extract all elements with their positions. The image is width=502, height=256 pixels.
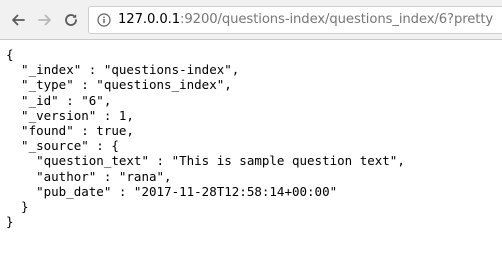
json-line: { <box>6 47 14 62</box>
json-line: "_source" : { <box>6 138 119 154</box>
json-line: "_version" : 1, <box>6 107 134 123</box>
url-text[interactable]: 127.0.0.1:9200/questions-index/questions… <box>118 12 493 28</box>
json-document: { "_index" : "questions-index", "_type" … <box>6 47 405 229</box>
info-icon[interactable] <box>97 13 111 27</box>
url-host: 127.0.0.1 <box>118 12 181 27</box>
json-line: } <box>6 214 14 230</box>
json-line: "question_text" : "This is sample questi… <box>6 153 405 169</box>
json-line: "found" : true, <box>6 123 134 139</box>
json-line: "_type" : "questions_index", <box>6 77 232 93</box>
json-line: "_index" : "questions-index", <box>6 62 240 78</box>
json-line: "_id" : "6", <box>6 92 112 108</box>
browser-toolbar: 127.0.0.1:9200/questions-index/questions… <box>0 0 502 40</box>
back-button[interactable] <box>7 10 29 30</box>
json-line: "pub_date" : "2017-11-28T12:58:14+00:00" <box>6 183 338 199</box>
json-line: "author" : "rana", <box>6 168 172 184</box>
forward-button[interactable] <box>34 10 56 30</box>
arrow-right-icon <box>38 14 51 26</box>
url-path: :9200/questions-index/questions_index/6?… <box>180 12 494 27</box>
arrow-left-icon <box>12 14 25 26</box>
reload-icon <box>65 14 77 26</box>
json-line: } <box>6 199 29 215</box>
reload-button[interactable] <box>60 10 82 30</box>
address-bar[interactable]: 127.0.0.1:9200/questions-index/questions… <box>88 6 502 34</box>
